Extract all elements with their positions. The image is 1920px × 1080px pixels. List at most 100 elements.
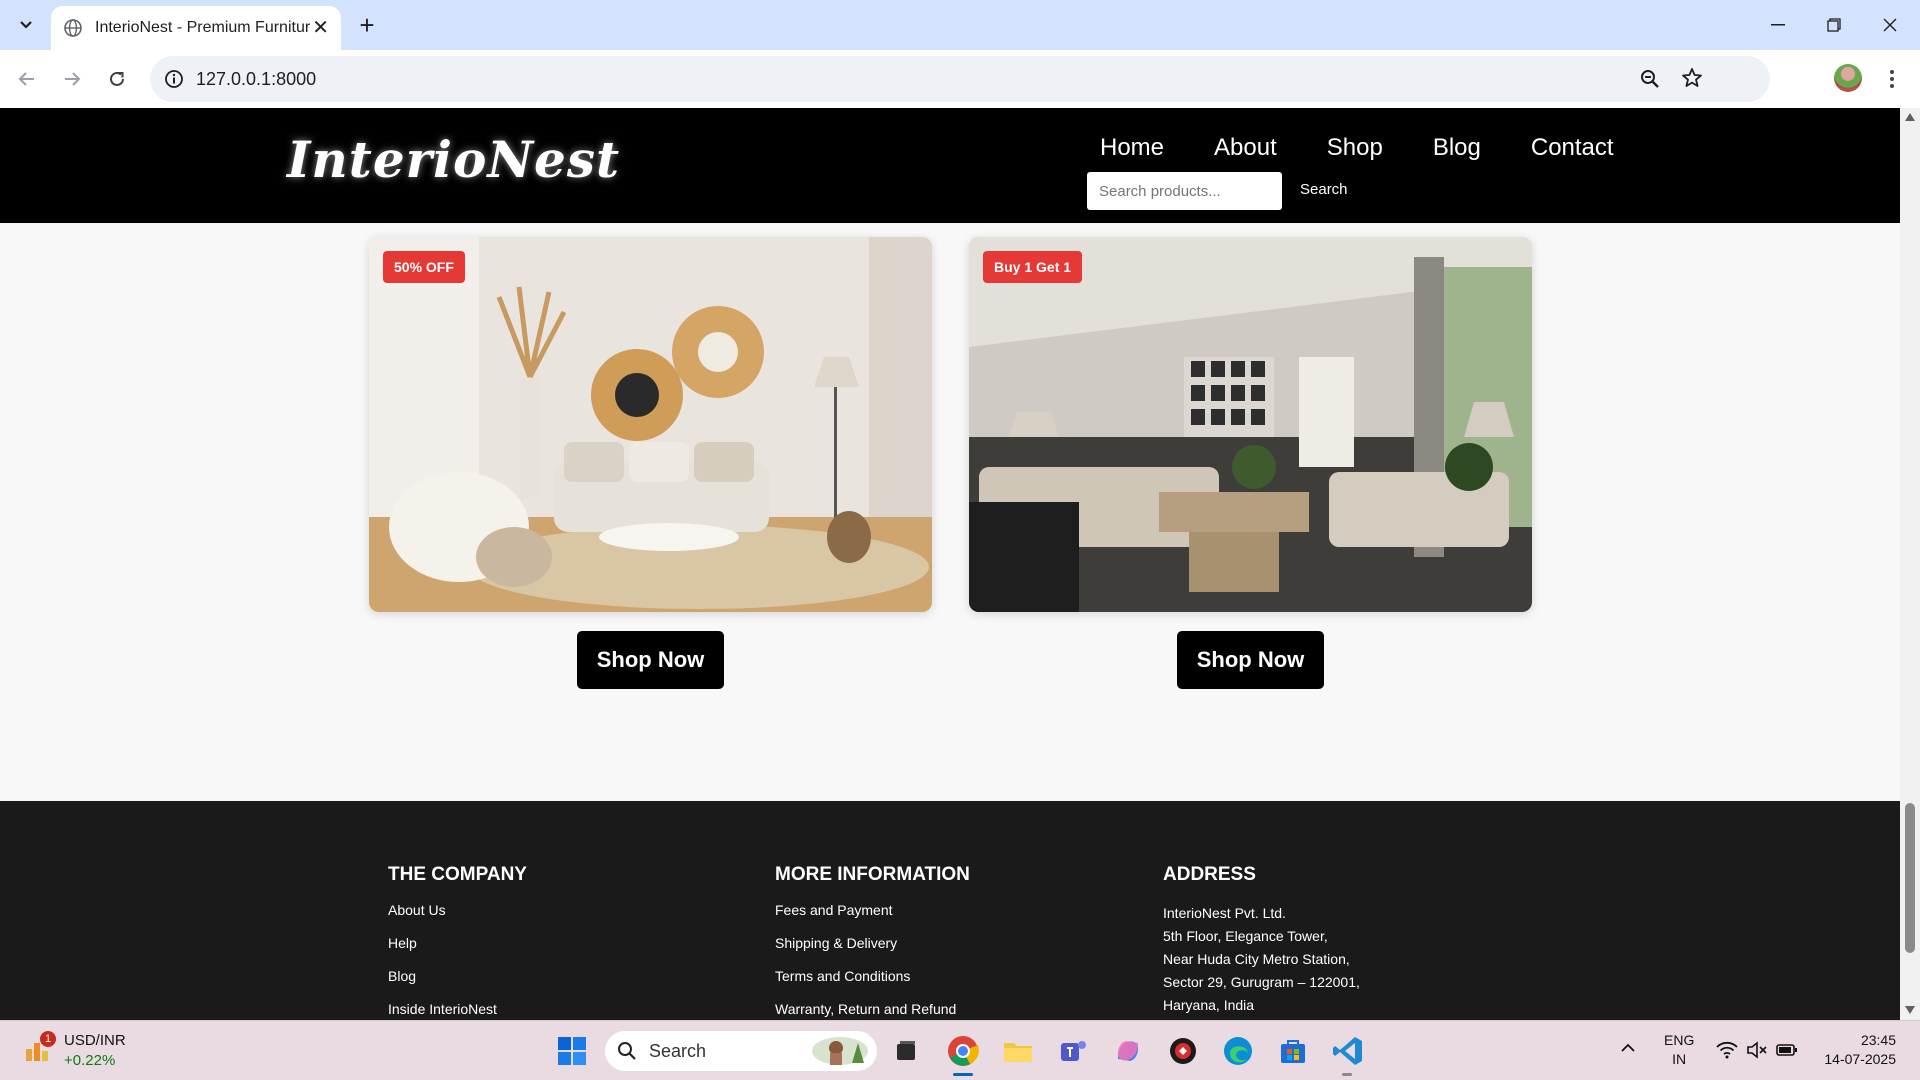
site-info-icon[interactable] [162,67,186,91]
footer-heading: THE COMPANY [388,864,527,885]
footer-link-terms[interactable]: Terms and Conditions [775,968,970,984]
nav-home[interactable]: Home [1100,134,1164,162]
footer-info-column: MORE INFORMATION Fees and Payment Shippi… [775,864,970,1020]
minimize-icon [1771,24,1785,26]
footer-link-blog[interactable]: Blog [388,968,527,984]
scroll-down-arrow[interactable] [1905,1006,1915,1014]
forward-button[interactable] [55,62,89,96]
bookmark-star-icon[interactable] [1680,66,1704,90]
footer-link-warranty[interactable]: Warranty, Return and Refund [775,1001,970,1017]
url-text[interactable]: 127.0.0.1:8000 [196,69,316,90]
browser-menu-icon[interactable] [1880,64,1904,94]
clock[interactable]: 23:45 14-07-2025 [1818,1031,1896,1069]
main-navigation: Home About Shop Blog Contact [1100,134,1664,162]
address-block: InterioNest Pvt. Ltd. 5th Floor, Eleganc… [1163,902,1360,1017]
tab-search-button[interactable] [10,10,42,40]
close-window-button[interactable] [1862,0,1918,50]
minimize-button[interactable] [1750,0,1806,50]
address-bar[interactable]: 127.0.0.1:8000 [150,56,1770,102]
browser-tab-active[interactable]: InterioNest - Premium Furniture ✕ [51,6,341,50]
vscode-icon[interactable] [1330,1033,1366,1069]
language-indicator[interactable]: ENG IN [1664,1031,1694,1069]
reload-button[interactable] [100,62,134,96]
site-footer: THE COMPANY About Us Help Blog Inside In… [0,801,1900,1020]
edge-icon[interactable] [1220,1033,1256,1069]
footer-link-help[interactable]: Help [388,935,527,951]
new-tab-button[interactable]: + [352,10,382,40]
battery-status[interactable] [1776,1041,1798,1064]
product-search-input[interactable] [1087,172,1282,210]
footer-heading: ADDRESS [1163,864,1256,885]
nav-blog[interactable]: Blog [1433,134,1481,162]
task-view-icon[interactable] [888,1033,924,1069]
address-line: InterioNest Pvt. Ltd. [1163,905,1286,921]
address-line: Sector 29, Gurugram – 122001, [1163,974,1360,990]
address-line: Near Huda City Metro Station, [1163,951,1350,967]
wifi-icon [1716,1041,1738,1059]
discount-badge: Buy 1 Get 1 [983,251,1083,283]
volume-status[interactable] [1746,1041,1768,1064]
footer-link-shipping[interactable]: Shipping & Delivery [775,935,970,951]
arrow-right-icon [65,72,81,86]
shop-now-button[interactable]: Shop Now [1177,631,1324,689]
back-button[interactable] [10,62,44,96]
copilot-icon[interactable] [1110,1033,1146,1069]
page-viewport: InterioNest Home About Shop Blog Contact… [0,108,1900,1020]
globe-icon [64,19,82,37]
network-status[interactable] [1716,1041,1738,1064]
nav-contact[interactable]: Contact [1531,134,1614,162]
active-app-indicator [953,1073,973,1076]
arrow-left-icon [18,72,34,86]
file-explorer-icon[interactable] [1000,1033,1036,1069]
clock-date: 14-07-2025 [1824,1051,1896,1067]
restore-button[interactable] [1806,0,1862,50]
ticker-change: +0.22% [64,1052,116,1069]
volume-muted-icon [1747,1041,1767,1059]
store-icon[interactable] [1275,1033,1311,1069]
nav-shop[interactable]: Shop [1327,134,1383,162]
windows-logo-icon [558,1037,586,1065]
profile-avatar[interactable] [1834,64,1862,92]
offer-card[interactable]: 50% OFF [369,237,932,612]
footer-company-column: THE COMPANY About Us Help Blog Inside In… [388,864,527,1020]
address-line: Haryana, India [1163,997,1255,1013]
close-icon [1883,18,1897,32]
footer-link-inside[interactable]: Inside InterioNest [388,1001,527,1017]
clock-time: 23:45 [1860,1032,1896,1048]
footer-link-about-us[interactable]: About Us [388,902,527,918]
address-line: 5th Floor, Elegance Tower, [1163,928,1328,944]
site-logo[interactable]: InterioNest [287,130,620,189]
open-app-indicator [1342,1073,1352,1076]
zoom-icon[interactable] [1638,67,1662,91]
antivirus-icon[interactable] [1165,1033,1201,1069]
living-room-photo [369,237,932,612]
scroll-up-arrow[interactable] [1905,113,1915,121]
site-header: InterioNest Home About Shop Blog Contact… [0,108,1900,223]
taskbar-search-label: Search [649,1041,707,1061]
language-code: ENG [1664,1032,1695,1048]
chrome-icon[interactable] [945,1033,981,1069]
nav-about[interactable]: About [1214,134,1277,162]
shop-now-button[interactable]: Shop Now [577,631,724,689]
start-button[interactable] [554,1033,590,1069]
scrollbar-thumb[interactable] [1905,803,1915,953]
reload-icon [110,71,124,86]
region-code: IN [1672,1051,1687,1067]
teams-icon[interactable] [1055,1033,1091,1069]
taskbar-search[interactable]: Search [605,1031,877,1071]
browser-toolbar: 127.0.0.1:8000 [0,50,1920,108]
footer-address-column: ADDRESS InterioNest Pvt. Ltd. 5th Floor,… [1163,864,1360,1017]
page-scrollbar[interactable] [1900,108,1920,1020]
restore-icon [1827,18,1841,32]
footer-link-fees[interactable]: Fees and Payment [775,902,970,918]
close-tab-icon[interactable]: ✕ [312,18,329,38]
offer-card[interactable]: Buy 1 Get 1 [969,237,1532,612]
ticker-name: USD/INR [64,1032,126,1049]
search-button[interactable]: Search [1300,181,1348,198]
chevron-down-icon [20,21,32,29]
browser-tab-bar: InterioNest - Premium Furniture ✕ + [0,0,1920,50]
notification-count: 1 [40,1031,56,1047]
search-highlight-image [812,1037,868,1065]
stock-widget[interactable]: 1 USD/INR +0.22% [20,1029,140,1073]
show-hidden-icons-button[interactable] [1620,1039,1636,1058]
